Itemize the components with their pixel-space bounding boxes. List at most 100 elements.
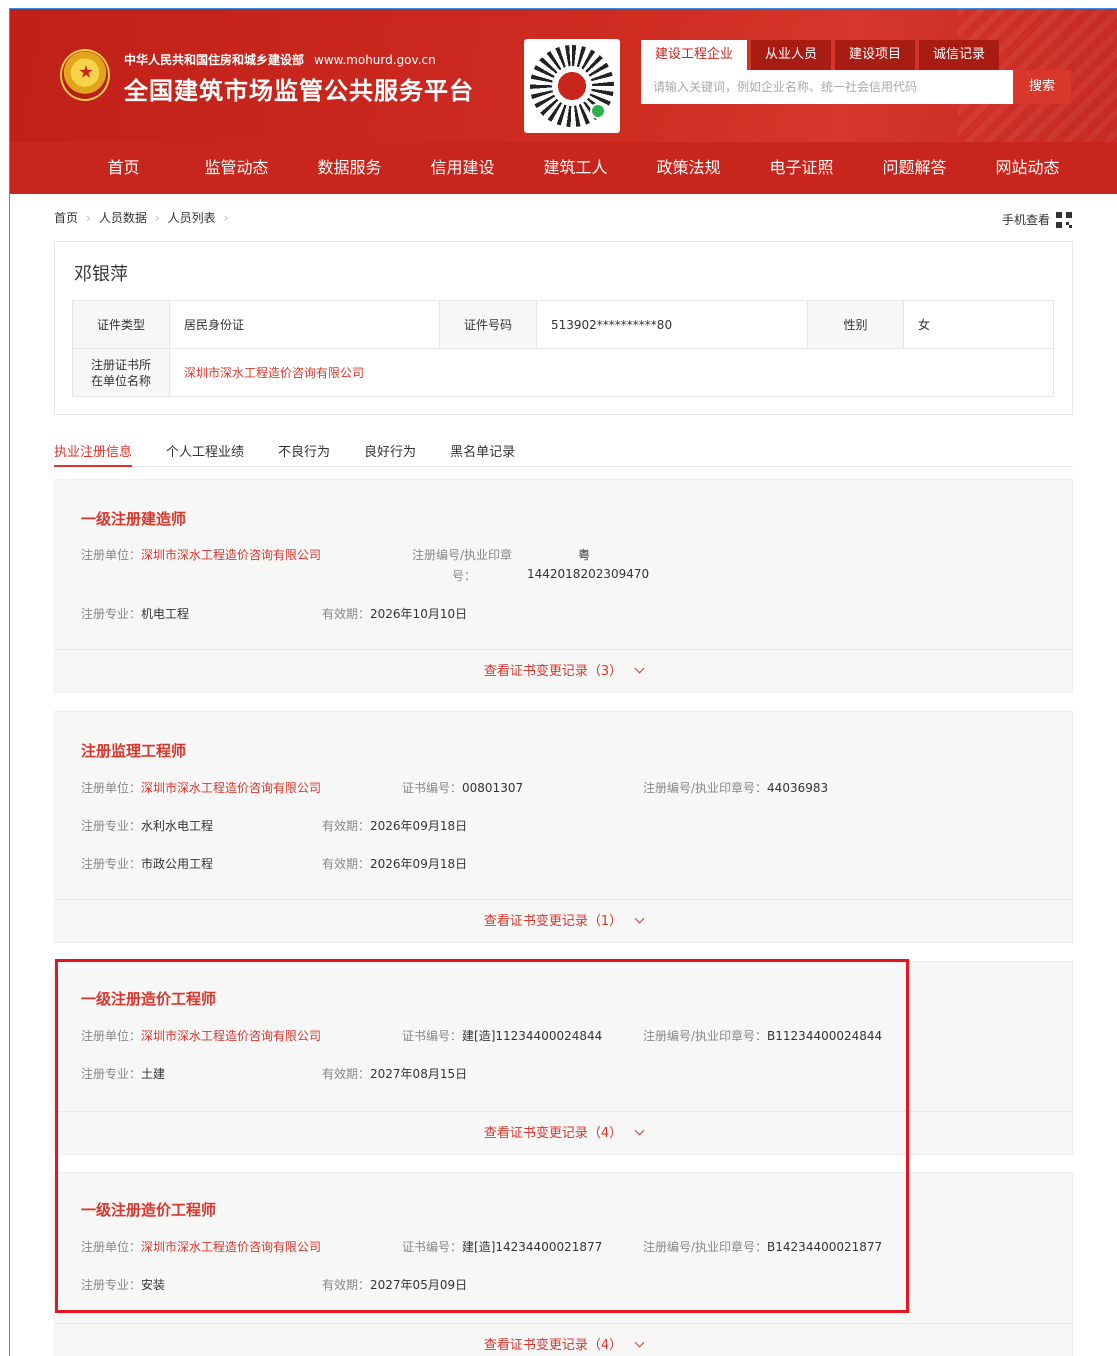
tab-blacklist[interactable]: 黑名单记录 <box>450 441 515 467</box>
mini-program-qr-code <box>524 39 620 133</box>
chevron-down-icon <box>634 1125 645 1136</box>
chevron-right-icon: › <box>223 210 229 225</box>
cert-number-value: 建[造]14234400021877 <box>462 1240 603 1254</box>
nav-e-licenses[interactable]: 电子证照 <box>745 142 858 194</box>
info-tabs: 执业注册信息 个人工程业绩 不良行为 良好行为 黑名单记录 <box>54 441 1073 467</box>
id-type-value: 居民身份证 <box>169 300 440 349</box>
major-value: 土建 <box>141 1067 166 1081</box>
reg-no-value: B14234400021877 <box>767 1240 883 1254</box>
breadcrumb-home[interactable]: 首页 <box>54 209 78 226</box>
company-link[interactable]: 深圳市深水工程造价咨询有限公司 <box>169 348 1054 397</box>
browser-frame: 中华人民共和国住房和城乡建设部 www.mohurd.gov.cn 全国建筑市场监… <box>9 8 1117 1356</box>
tab-registration-info[interactable]: 执业注册信息 <box>54 441 133 467</box>
cert-valid: 有效期：2026年09月18日 <box>322 819 468 833</box>
valid-value: 2027年05月09日 <box>370 1278 468 1292</box>
person-info-table: 证件类型 居民身份证 证件号码 513902**********80 性别 女 … <box>72 300 1054 397</box>
major-value: 机电工程 <box>141 607 190 621</box>
cert-unit: 注册单位：深圳市深水工程造价咨询有限公司 <box>81 781 322 795</box>
company-label: 注册证书所在单位名称 <box>72 348 170 397</box>
ministry-name: 中华人民共和国住房和城乡建设部 www.mohurd.gov.cn <box>124 51 436 68</box>
nav-regulatory-news[interactable]: 监管动态 <box>180 142 293 194</box>
ministry-label: 中华人民共和国住房和城乡建设部 <box>124 53 305 67</box>
cert-title: 一级注册建造师 <box>81 510 187 528</box>
id-type-label: 证件类型 <box>72 300 170 349</box>
cert-valid: 有效期：2026年09月18日 <box>322 857 468 871</box>
cert-number: 证书编号：建[造]11234400024844 <box>402 1029 603 1043</box>
search-button[interactable]: 搜索 <box>1013 70 1071 104</box>
cert-reg-no: 注册编号/执业印章号：B14234400021877 <box>643 1240 883 1254</box>
valid-value: 2026年09月18日 <box>370 857 468 871</box>
person-info-card: 邓银萍 证件类型 居民身份证 证件号码 513902**********80 性… <box>54 241 1073 415</box>
reg-no-value: B11234400024844 <box>767 1029 883 1043</box>
change-records-toggle[interactable]: 查看证书变更记录（4） <box>55 1323 1072 1356</box>
change-records-toggle[interactable]: 查看证书变更记录（4） <box>55 1111 1072 1155</box>
site-header: 中华人民共和国住房和城乡建设部 www.mohurd.gov.cn 全国建筑市场监… <box>10 9 1117 194</box>
ministry-url[interactable]: www.mohurd.gov.cn <box>314 53 436 67</box>
nav-policies[interactable]: 政策法规 <box>632 142 745 194</box>
search-tab-personnel[interactable]: 从业人员 <box>751 40 832 70</box>
nav-faq[interactable]: 问题解答 <box>858 142 971 194</box>
breadcrumb: 首页 › 人员数据 › 人员列表 › <box>54 209 236 226</box>
cert-title: 一级注册造价工程师 <box>81 1201 217 1219</box>
change-records-toggle[interactable]: 查看证书变更记录（3） <box>55 649 1072 693</box>
cert-number-value: 建[造]11234400024844 <box>462 1029 603 1043</box>
cert-major: 注册专业：市政公用工程 <box>81 857 214 871</box>
unit-link[interactable]: 深圳市深水工程造价咨询有限公司 <box>141 781 321 795</box>
id-number-value: 513902**********80 <box>536 300 808 349</box>
change-records-label: 查看证书变更记录（3） <box>483 664 623 679</box>
nav-credit-building[interactable]: 信用建设 <box>406 142 519 194</box>
cert-major: 注册专业：安装 <box>81 1278 166 1292</box>
cert-title: 一级注册造价工程师 <box>81 990 217 1008</box>
cert-unit: 注册单位：深圳市深水工程造价咨询有限公司 <box>81 1029 322 1043</box>
major-value: 市政公用工程 <box>141 857 214 871</box>
wechat-icon <box>590 103 606 119</box>
cert-number-value: 00801307 <box>462 781 524 795</box>
reg-no-label-line2: 号： <box>452 569 477 583</box>
valid-value: 2026年09月18日 <box>370 819 468 833</box>
reg-no-label-line1: 注册编号/执业印章 <box>412 548 513 562</box>
unit-link[interactable]: 深圳市深水工程造价咨询有限公司 <box>141 1029 321 1043</box>
nav-data-services[interactable]: 数据服务 <box>293 142 406 194</box>
reg-no-value: 44036983 <box>767 781 829 795</box>
mobile-view-label: 手机查看 <box>1001 213 1050 227</box>
search-tab-credit[interactable]: 诚信记录 <box>919 40 1000 70</box>
breadcrumb-personnel-data[interactable]: 人员数据 <box>99 209 147 226</box>
tab-good-behavior[interactable]: 良好行为 <box>364 441 416 467</box>
major-value: 安装 <box>141 1278 166 1292</box>
mobile-view-link[interactable]: 手机查看 <box>1002 211 1072 228</box>
cert-unit: 注册单位：深圳市深水工程造价咨询有限公司 <box>81 1240 322 1254</box>
breadcrumb-personnel-list[interactable]: 人员列表 <box>168 209 216 226</box>
national-emblem-icon <box>60 49 110 101</box>
reg-no-value: 1442018202309470 <box>527 567 650 581</box>
change-records-label: 查看证书变更记录（4） <box>483 1338 623 1353</box>
unit-label: 注册单位： <box>81 548 142 562</box>
tab-bad-behavior[interactable]: 不良行为 <box>278 441 330 467</box>
unit-link[interactable]: 深圳市深水工程造价咨询有限公司 <box>141 1240 321 1254</box>
chevron-down-icon <box>634 1337 645 1348</box>
nav-site-news[interactable]: 网站动态 <box>971 142 1084 194</box>
chevron-right-icon: › <box>86 210 91 225</box>
platform-title[interactable]: 全国建筑市场监管公共服务平台 <box>124 71 474 106</box>
gender-value: 女 <box>903 300 1054 349</box>
cert-title: 注册监理工程师 <box>81 742 187 760</box>
nav-home[interactable]: 首页 <box>67 142 180 194</box>
search-input[interactable]: 请输入关键词，例如企业名称、统一社会信用代码 <box>641 70 1013 104</box>
cert-card-supervisor: 注册监理工程师 注册单位：深圳市深水工程造价咨询有限公司 证书编号：008013… <box>54 711 1073 943</box>
chevron-down-icon <box>634 663 645 674</box>
table-row: 证件类型 居民身份证 证件号码 513902**********80 性别 女 <box>72 300 1054 349</box>
qr-code-icon <box>1056 211 1072 228</box>
change-records-label: 查看证书变更记录（4） <box>483 1126 623 1141</box>
cert-unit: 注册单位：深圳市深水工程造价咨询有限公司 <box>81 546 321 563</box>
main-nav: 首页 监管动态 数据服务 信用建设 建筑工人 政策法规 电子证照 问题解答 网站… <box>10 142 1117 194</box>
nav-construction-workers[interactable]: 建筑工人 <box>519 142 632 194</box>
cert-card-constructor: 一级注册建造师 注册单位：深圳市深水工程造价咨询有限公司 注册编号/执业印章 号… <box>54 479 1073 693</box>
change-records-label: 查看证书变更记录（1） <box>483 914 623 929</box>
unit-link[interactable]: 深圳市深水工程造价咨询有限公司 <box>141 548 321 562</box>
search-tab-project[interactable]: 建设项目 <box>835 40 916 70</box>
cert-major: 注册专业：水利水电工程 <box>81 819 214 833</box>
search-tab-enterprise[interactable]: 建设工程企业 <box>641 40 748 70</box>
chevron-right-icon: › <box>154 210 160 225</box>
change-records-toggle[interactable]: 查看证书变更记录（1） <box>55 899 1072 943</box>
cert-card-cost-engineer: 一级注册造价工程师 注册单位：深圳市深水工程造价咨询有限公司 证书编号：建[造]… <box>54 961 1073 1155</box>
tab-project-performance[interactable]: 个人工程业绩 <box>166 441 244 467</box>
